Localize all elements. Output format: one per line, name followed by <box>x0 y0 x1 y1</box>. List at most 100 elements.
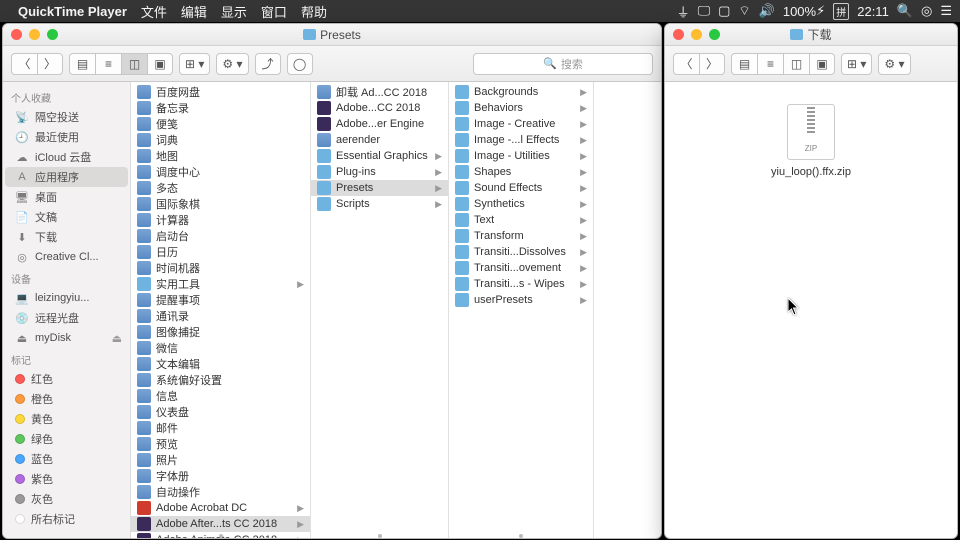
sidebar-item-最近使用[interactable]: 🕘最近使用 <box>5 127 128 147</box>
sidebar-item-leizingyiu...[interactable]: 💻leizingyiu... <box>5 288 128 308</box>
siri-icon[interactable]: ◎ <box>921 3 932 19</box>
sidebar-item-应用程序[interactable]: A应用程序 <box>5 167 128 187</box>
list-item[interactable]: 字体册 <box>131 468 310 484</box>
volume-icon[interactable]: 🔊 <box>759 3 775 19</box>
list-item[interactable]: Image - Creative▶ <box>449 116 593 132</box>
sidebar-item-Creative Cl...[interactable]: ◎Creative Cl... <box>5 247 128 267</box>
view-gallery[interactable]: ▣ <box>147 53 173 75</box>
sidebar-item-蓝色[interactable]: 蓝色 <box>5 449 128 469</box>
menu-显示[interactable]: 显示 <box>221 5 247 20</box>
list-item[interactable]: Shapes▶ <box>449 164 593 180</box>
view-columns[interactable]: ◫ <box>121 53 147 75</box>
sidebar-item-橙色[interactable]: 橙色 <box>5 389 128 409</box>
list-item[interactable]: Presets▶ <box>311 180 448 196</box>
zip-file-icon[interactable] <box>787 104 835 160</box>
column-applications[interactable]: 百度网盘备忘录便笺词典地图调度中心多态国际象棋计算器启动台日历时间机器实用工具▶… <box>131 82 311 538</box>
column-ae-contents[interactable]: 卸载 Ad...CC 2018Adobe...CC 2018Adobe...er… <box>311 82 449 538</box>
list-item[interactable]: 实用工具▶ <box>131 276 310 292</box>
list-item[interactable]: 词典 <box>131 132 310 148</box>
list-item[interactable]: 信息 <box>131 388 310 404</box>
file-name[interactable]: yiu_loop().ffx.zip <box>771 166 851 178</box>
view-columns[interactable]: ◫ <box>783 53 809 75</box>
sidebar-item-红色[interactable]: 红色 <box>5 369 128 389</box>
list-item[interactable]: Scripts▶ <box>311 196 448 212</box>
list-item[interactable]: Image -...l Effects▶ <box>449 132 593 148</box>
list-item[interactable]: 百度网盘 <box>131 84 310 100</box>
action-button[interactable]: ⚙ ▾ <box>878 53 910 75</box>
list-item[interactable]: 时间机器 <box>131 260 310 276</box>
list-item[interactable]: Adobe...CC 2018 <box>311 100 448 116</box>
search-field[interactable]: 🔍搜索 <box>473 53 653 75</box>
list-item[interactable]: Transform▶ <box>449 228 593 244</box>
input-method[interactable]: 拼 <box>833 3 849 20</box>
list-item[interactable]: 文本编辑 <box>131 356 310 372</box>
list-item[interactable]: 预览 <box>131 436 310 452</box>
list-item[interactable]: 通讯录 <box>131 308 310 324</box>
list-item[interactable]: 提醒事项 <box>131 292 310 308</box>
list-item[interactable]: Adobe After...ts CC 2018▶ <box>131 516 310 532</box>
view-gallery[interactable]: ▣ <box>809 53 835 75</box>
column-presets[interactable]: Backgrounds▶Behaviors▶Image - Creative▶I… <box>449 82 594 538</box>
sidebar-item-灰色[interactable]: 灰色 <box>5 489 128 509</box>
view-list[interactable]: ≡ <box>95 53 121 75</box>
minimize-button[interactable] <box>29 29 40 40</box>
list-item[interactable]: 备忘录 <box>131 100 310 116</box>
app-name[interactable]: QuickTime Player <box>18 4 127 19</box>
list-item[interactable]: Essential Graphics▶ <box>311 148 448 164</box>
bluetooth-icon[interactable]: ⌔ <box>738 3 750 19</box>
action-button[interactable]: ⚙ ▾ <box>216 53 248 75</box>
list-item[interactable]: 卸载 Ad...CC 2018 <box>311 84 448 100</box>
sidebar-item-绿色[interactable]: 绿色 <box>5 429 128 449</box>
list-item[interactable]: aerender <box>311 132 448 148</box>
sidebar-item-紫色[interactable]: 紫色 <box>5 469 128 489</box>
menu-窗口[interactable]: 窗口 <box>261 5 287 20</box>
list-item[interactable]: Backgrounds▶ <box>449 84 593 100</box>
wifi-icon[interactable]: ⏚ <box>677 2 690 21</box>
zoom-button[interactable] <box>47 29 58 40</box>
view-icons[interactable]: ▤ <box>69 53 95 75</box>
list-item[interactable]: 微信 <box>131 340 310 356</box>
list-item[interactable]: 地图 <box>131 148 310 164</box>
menu-编辑[interactable]: 编辑 <box>181 5 207 20</box>
sidebar-item-远程光盘[interactable]: 💿远程光盘 <box>5 308 128 328</box>
close-button[interactable] <box>673 29 684 40</box>
airplay-icon[interactable]: ▢ <box>718 3 730 19</box>
list-item[interactable]: Synthetics▶ <box>449 196 593 212</box>
list-item[interactable]: 图像捕捉 <box>131 324 310 340</box>
sidebar-item-黄色[interactable]: 黄色 <box>5 409 128 429</box>
list-item[interactable]: Sound Effects▶ <box>449 180 593 196</box>
list-item[interactable]: 邮件 <box>131 420 310 436</box>
list-item[interactable]: Adobe...er Engine <box>311 116 448 132</box>
list-item[interactable]: 系统偏好设置 <box>131 372 310 388</box>
menu-帮助[interactable]: 帮助 <box>301 5 327 20</box>
list-item[interactable]: 多态 <box>131 180 310 196</box>
sidebar-item-桌面[interactable]: 🖥桌面 <box>5 187 128 207</box>
back-button[interactable]: 〈 <box>673 53 699 75</box>
list-item[interactable]: Transiti...Dissolves▶ <box>449 244 593 260</box>
sidebar-item-隔空投送[interactable]: 📡隔空投送 <box>5 107 128 127</box>
sidebar-item-iCloud 云盘[interactable]: ☁︎iCloud 云盘 <box>5 147 128 167</box>
sidebar-item-下载[interactable]: ⬇︎下载 <box>5 227 128 247</box>
sidebar-item-所右标记[interactable]: 所右标记 <box>5 509 128 529</box>
list-item[interactable]: 国际象棋 <box>131 196 310 212</box>
battery-status[interactable]: 100% ⚡︎ <box>783 3 825 19</box>
list-item[interactable]: 调度中心 <box>131 164 310 180</box>
list-item[interactable]: Transiti...ovement▶ <box>449 260 593 276</box>
sidebar-item-文稿[interactable]: 📄文稿 <box>5 207 128 227</box>
list-item[interactable]: 便笺 <box>131 116 310 132</box>
notification-center-icon[interactable]: ☰ <box>940 3 952 19</box>
list-item[interactable]: Transiti...s - Wipes▶ <box>449 276 593 292</box>
menu-文件[interactable]: 文件 <box>141 5 167 20</box>
list-item[interactable]: Adobe Acrobat DC▶ <box>131 500 310 516</box>
list-item[interactable]: Behaviors▶ <box>449 100 593 116</box>
arrange-button[interactable]: ⊞ ▾ <box>841 53 872 75</box>
list-item[interactable]: 仪表盘 <box>131 404 310 420</box>
icon-view[interactable]: yiu_loop().ffx.zip <box>665 82 957 538</box>
spotlight-icon[interactable]: 🔍 <box>897 3 913 19</box>
list-item[interactable]: 计算器 <box>131 212 310 228</box>
zoom-button[interactable] <box>709 29 720 40</box>
back-button[interactable]: 〈 <box>11 53 37 75</box>
arrange-button[interactable]: ⊞ ▾ <box>179 53 210 75</box>
clock[interactable]: 22:11 <box>857 4 889 19</box>
eject-icon[interactable]: ⏏ <box>112 332 122 345</box>
